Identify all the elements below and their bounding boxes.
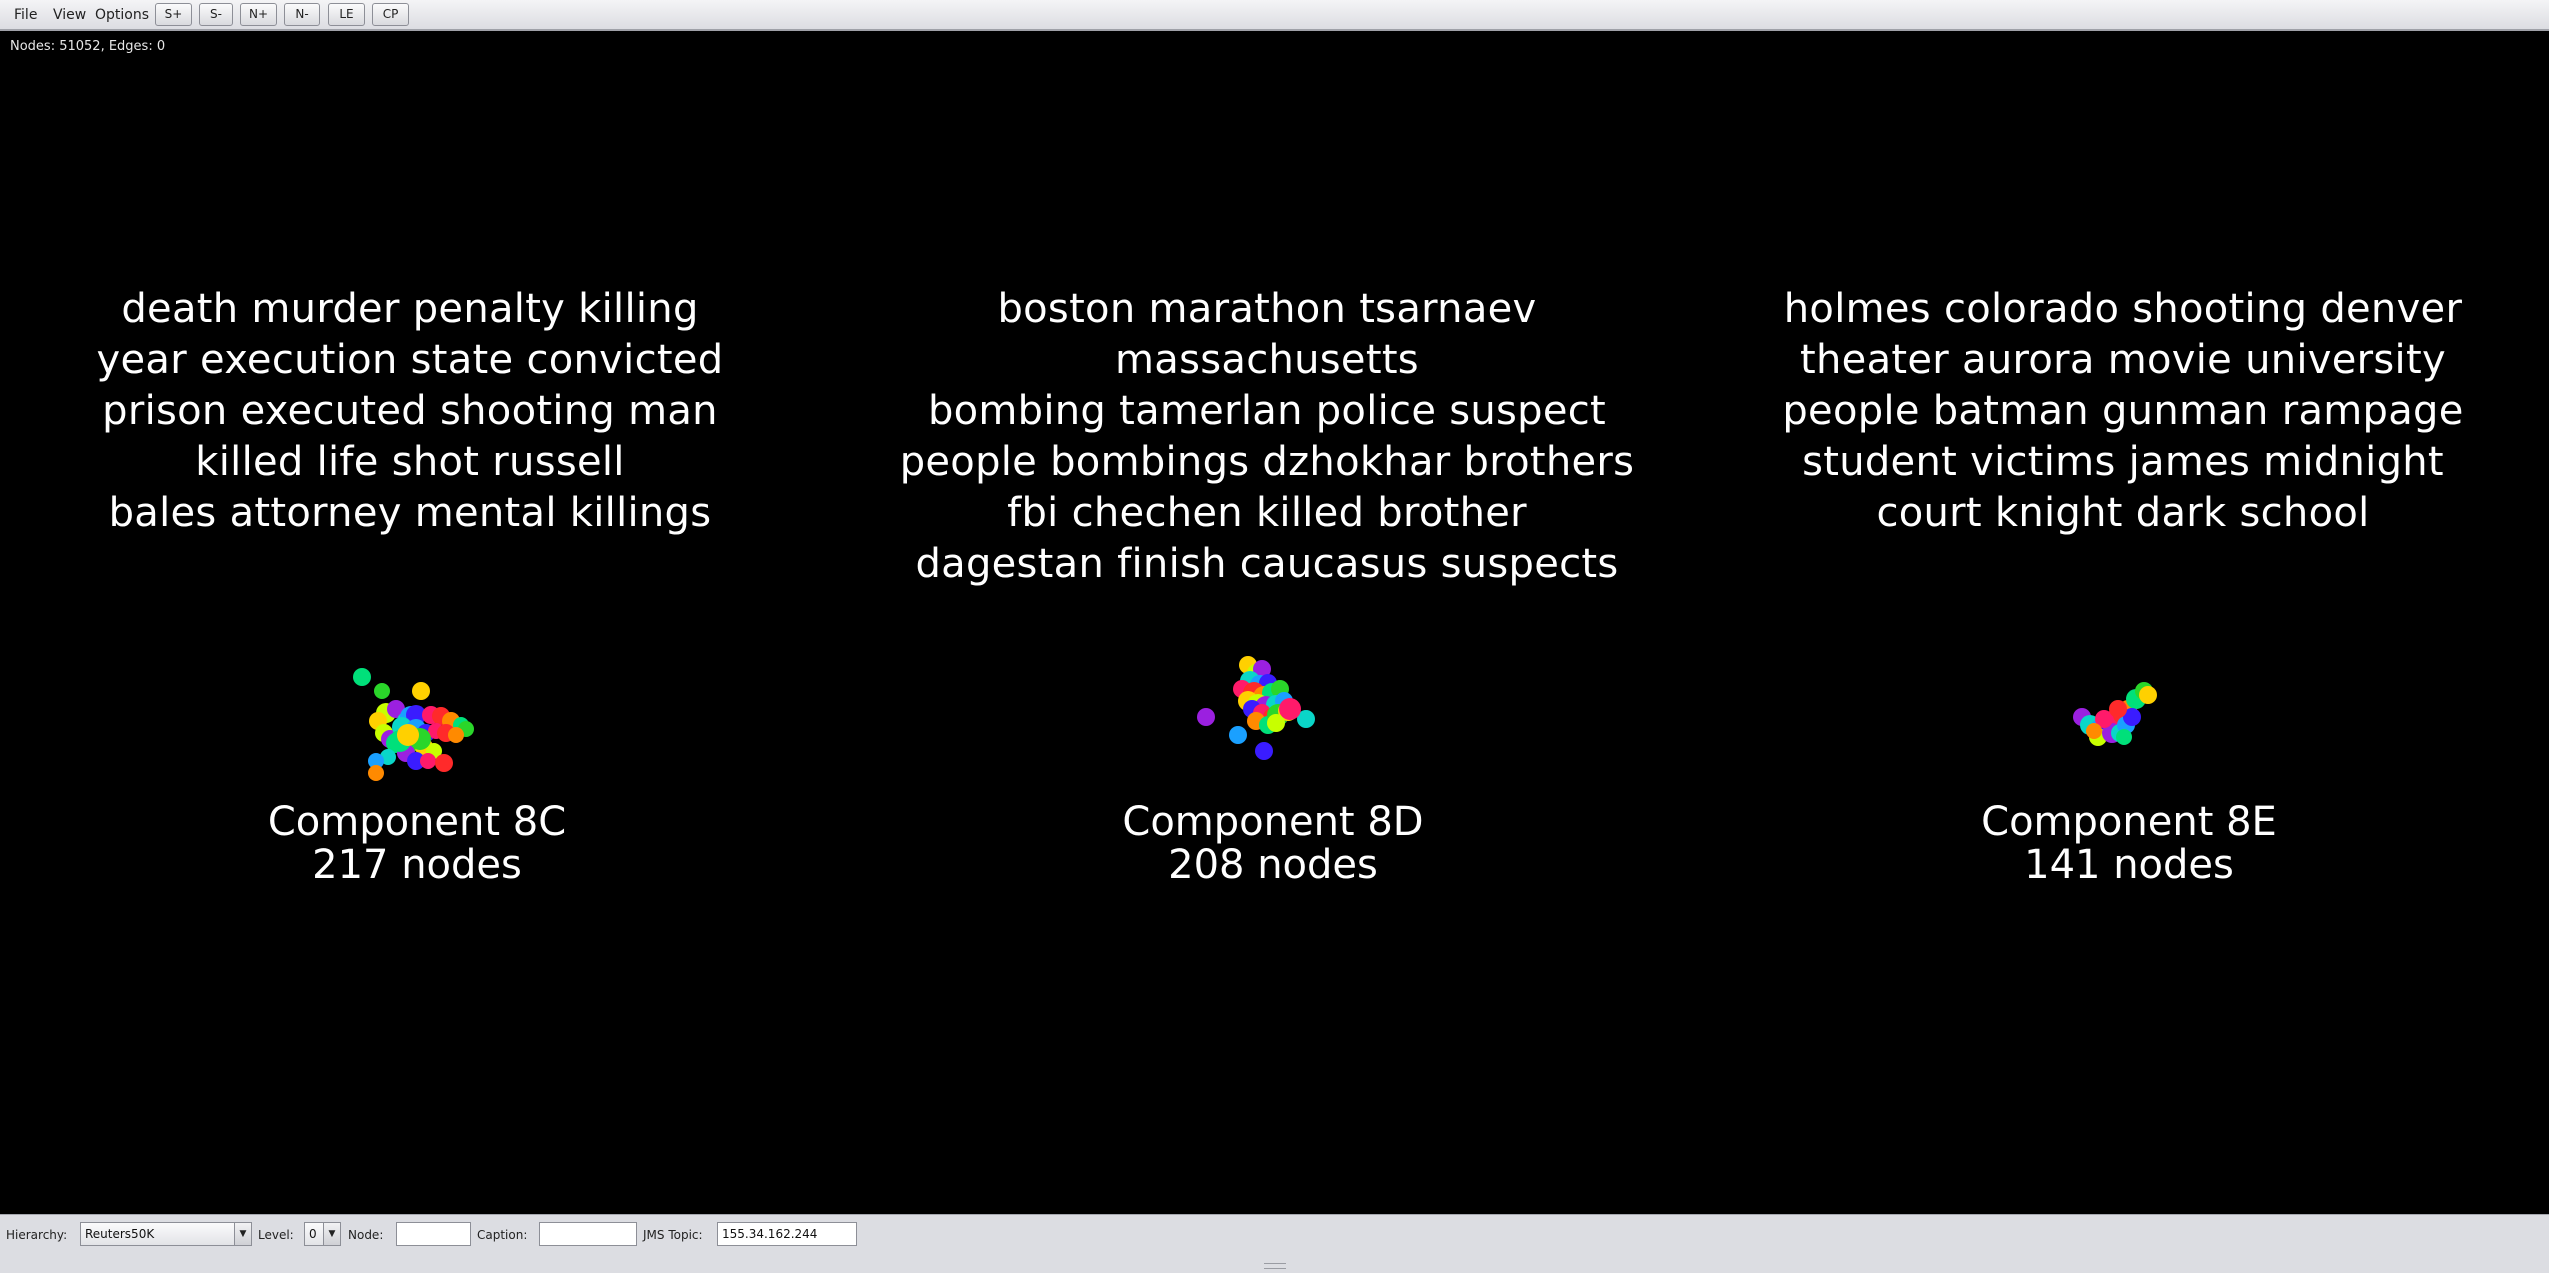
graph-canvas[interactable]: Nodes: 51052, Edges: 0 death murder pena… <box>0 31 2549 1214</box>
jms-topic-label: JMS Topic: <box>643 1228 703 1242</box>
graph-node[interactable] <box>2139 686 2157 704</box>
graph-node[interactable] <box>353 668 371 686</box>
node-field[interactable] <box>396 1222 471 1246</box>
graph-node[interactable] <box>420 753 436 769</box>
term-line: theater aurora movie university <box>1800 337 2446 383</box>
nodes-decrease-button[interactable]: N- <box>284 3 320 26</box>
size-decrease-button[interactable]: S- <box>199 3 233 26</box>
term-line: killed life shot russell <box>195 439 625 485</box>
term-line: year execution state convicted <box>96 337 724 383</box>
menu-view[interactable]: View <box>53 7 86 23</box>
cp-button[interactable]: CP <box>372 3 409 26</box>
term-line: people batman gunman rampage <box>1782 388 2464 434</box>
menu-file[interactable]: File <box>14 7 37 23</box>
graph-node[interactable] <box>448 727 464 743</box>
component-name: Component 8D <box>1122 799 1424 845</box>
graph-node[interactable] <box>2086 723 2102 739</box>
jms-topic-field[interactable]: 155.34.162.244 <box>717 1222 857 1246</box>
le-button[interactable]: LE <box>328 3 365 26</box>
menu-options[interactable]: Options <box>95 7 149 23</box>
graph-node[interactable] <box>374 683 390 699</box>
component-node-count: 217 nodes <box>312 842 522 888</box>
term-line: boston marathon tsarnaev massachusetts <box>997 286 1537 383</box>
graph-node[interactable] <box>397 724 419 746</box>
term-line: fbi chechen killed brother <box>1007 490 1527 536</box>
level-select[interactable]: 0 ▼ <box>304 1222 341 1246</box>
node-cluster[interactable] <box>2028 621 2228 811</box>
nodes-increase-button[interactable]: N+ <box>240 3 277 26</box>
component-name: Component 8C <box>267 799 567 845</box>
chevron-down-icon[interactable]: ▼ <box>323 1223 340 1245</box>
graph-node[interactable] <box>435 754 453 772</box>
chevron-down-icon[interactable]: ▼ <box>234 1223 251 1245</box>
term-line: dagestan finish caucasus suspects <box>915 541 1619 587</box>
component-name: Component 8E <box>1981 799 2277 845</box>
term-line: holmes colorado shooting denver <box>1783 286 2463 332</box>
graph-node[interactable] <box>2116 729 2132 745</box>
graph-node[interactable] <box>1197 708 1215 726</box>
component-label: Component 8E 141 nodes <box>1829 801 2429 887</box>
caption-field[interactable] <box>539 1222 637 1246</box>
size-increase-button[interactable]: S+ <box>155 3 192 26</box>
resize-grip-icon[interactable] <box>1264 1263 1286 1269</box>
term-line: court knight dark school <box>1876 490 2370 536</box>
hierarchy-label: Hierarchy: <box>6 1228 68 1242</box>
component-node-count: 141 nodes <box>2024 842 2234 888</box>
term-line: bales attorney mental killings <box>108 490 712 536</box>
level-label: Level: <box>258 1228 294 1242</box>
component-terms: holmes colorado shooting denver theater … <box>1713 284 2533 539</box>
hierarchy-value: Reuters50K <box>85 1227 155 1241</box>
graph-node[interactable] <box>1255 742 1273 760</box>
menu-toolbar: File View Options S+ S- N+ N- LE CP <box>0 0 2549 31</box>
component-terms: death murder penalty killing year execut… <box>0 284 820 539</box>
caption-label: Caption: <box>477 1228 528 1242</box>
component-label: Component 8D 208 nodes <box>973 801 1573 887</box>
term-line: bombing tamerlan police suspect <box>927 388 1607 434</box>
status-bar: Hierarchy: Reuters50K ▼ Level: 0 ▼ Node:… <box>0 1214 2549 1273</box>
component-label: Component 8C 217 nodes <box>117 801 717 887</box>
node-cluster[interactable] <box>316 621 516 811</box>
level-value: 0 <box>309 1227 317 1241</box>
graph-node[interactable] <box>368 765 384 781</box>
term-line: student victims james midnight <box>1802 439 2444 485</box>
graph-node[interactable] <box>412 682 430 700</box>
node-label: Node: <box>348 1228 384 1242</box>
term-line: death murder penalty killing <box>121 286 699 332</box>
node-cluster[interactable] <box>1172 621 1372 811</box>
graph-node[interactable] <box>2109 700 2127 718</box>
component-terms: boston marathon tsarnaev massachusetts b… <box>857 284 1677 590</box>
graph-stats: Nodes: 51052, Edges: 0 <box>10 39 166 54</box>
graph-node[interactable] <box>1229 726 1247 744</box>
term-line: prison executed shooting man <box>102 388 718 434</box>
component-node-count: 208 nodes <box>1168 842 1378 888</box>
hierarchy-select[interactable]: Reuters50K ▼ <box>80 1222 252 1246</box>
graph-node[interactable] <box>1279 698 1301 720</box>
term-line: people bombings dzhokhar brothers <box>899 439 1635 485</box>
